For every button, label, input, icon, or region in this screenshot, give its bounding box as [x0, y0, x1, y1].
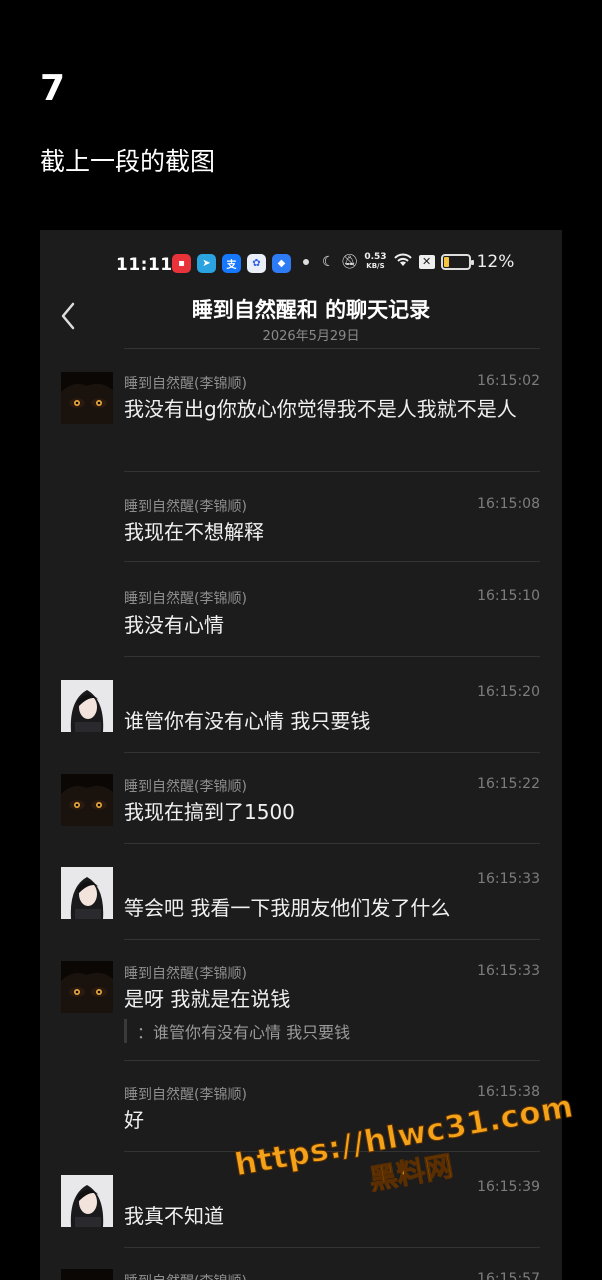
message-item[interactable]: 睡到自然醒(李锦顺) 16:15:22 我现在搞到了1500 [40, 752, 562, 843]
quoted-reply[interactable]: ：谁管你有没有心情 我只要钱 [124, 1019, 350, 1043]
sender-name: 睡到自然醒(李锦顺) [124, 779, 247, 795]
page-number: 7 [40, 68, 66, 109]
message-text[interactable]: 是呀 我就是在说钱 [124, 984, 544, 1014]
page-caption: 截上一段的截图 [40, 147, 216, 176]
speed-unit: KB/S [366, 262, 385, 270]
message-time: 16:15:10 [477, 588, 540, 604]
blue-app-icon: ◆ [272, 254, 291, 273]
moon-icon: ☾ [322, 254, 335, 270]
battery-icon [440, 254, 474, 270]
sender-name: 睡到自然醒(李锦顺) [124, 1087, 247, 1103]
sender-name: 睡到自然醒(李锦顺) [124, 499, 247, 515]
message-text[interactable]: 等会吧 我看一下我朋友他们发了什么 [124, 893, 544, 923]
sender-name: 睡到自然醒(李锦顺) [124, 591, 247, 607]
message-time: 16:15:08 [477, 496, 540, 512]
more-dot-icon [303, 259, 309, 265]
status-bar: 11:11 ▪ ➤ 支 ✿ ◆ ☾ 🔕︎ 0.53 KB/S ✕ 12% [40, 250, 562, 280]
message-text[interactable]: 我没有心情 [124, 610, 544, 640]
message-text[interactable]: 我现在不想解释 [124, 517, 544, 547]
message-text[interactable]: 我真不知道 [124, 1201, 544, 1231]
sender-name: 睡到自然醒(李锦顺) [124, 1271, 247, 1280]
message-time: 16:15:20 [477, 684, 540, 700]
message-text[interactable]: 谁管你有没有心情 我只要钱 [124, 706, 544, 736]
message-time: 16:15:57 [477, 1271, 540, 1280]
avatar[interactable] [61, 680, 113, 732]
network-speed: 0.53 KB/S [364, 253, 386, 271]
sender-name: 睡到自然醒(李锦顺) [124, 376, 247, 392]
red-news-icon: ▪ [172, 254, 191, 273]
baidu-icon: ✿ [247, 254, 266, 273]
battery-percent: 12% [476, 252, 515, 272]
mute-icon: 🔕︎ [340, 254, 359, 270]
telegram-icon: ➤ [197, 254, 216, 273]
avatar[interactable] [61, 372, 113, 424]
alipay-icon: 支 [222, 254, 241, 273]
status-time: 11:11 [116, 255, 173, 275]
message-time: 16:15:22 [477, 776, 540, 792]
message-time: 16:15:02 [477, 373, 540, 389]
message-item[interactable]: 16:15:20 谁管你有没有心情 我只要钱 [40, 656, 562, 752]
message-text[interactable]: 我没有出g你放心你觉得我不是人我就不是人 [124, 394, 544, 424]
avatar[interactable] [61, 1269, 113, 1280]
message-time: 16:15:39 [477, 1179, 540, 1195]
message-time: 16:15:33 [477, 963, 540, 979]
message-item[interactable]: 睡到自然醒(李锦顺) 16:15:57 [40, 1247, 562, 1280]
sender-name: 睡到自然醒(李锦顺) [124, 966, 247, 982]
system-status: ☾ 🔕︎ 0.53 KB/S ✕ 12% [322, 252, 514, 272]
message-text[interactable]: 我现在搞到了1500 [124, 797, 544, 827]
avatar[interactable] [61, 774, 113, 826]
notification-icons: ▪ ➤ 支 ✿ ◆ [172, 254, 291, 273]
message-item[interactable]: 睡到自然醒(李锦顺) 16:15:10 我没有心情 [40, 561, 562, 656]
avatar[interactable] [61, 867, 113, 919]
chat-title: 睡到自然醒和 的聊天记录 [191, 298, 431, 322]
wifi-icon [393, 252, 413, 272]
avatar[interactable] [61, 1175, 113, 1227]
message-item[interactable]: 睡到自然醒(李锦顺) 16:15:08 我现在不想解释 [40, 471, 562, 561]
chat-date: 2026年5月29日 [262, 329, 360, 344]
speed-value: 0.53 [364, 252, 387, 262]
message-item[interactable]: 16:15:33 等会吧 我看一下我朋友他们发了什么 [40, 843, 562, 939]
sim-off-icon: ✕ [418, 255, 435, 269]
message-item[interactable]: 睡到自然醒(李锦顺) 16:15:33 是呀 我就是在说钱 ：谁管你有没有心情 … [40, 939, 562, 1060]
avatar[interactable] [61, 961, 113, 1013]
message-item[interactable]: 睡到自然醒(李锦顺) 16:15:02 我没有出g你放心你觉得我不是人我就不是人 [40, 348, 562, 471]
message-time: 16:15:33 [477, 871, 540, 887]
